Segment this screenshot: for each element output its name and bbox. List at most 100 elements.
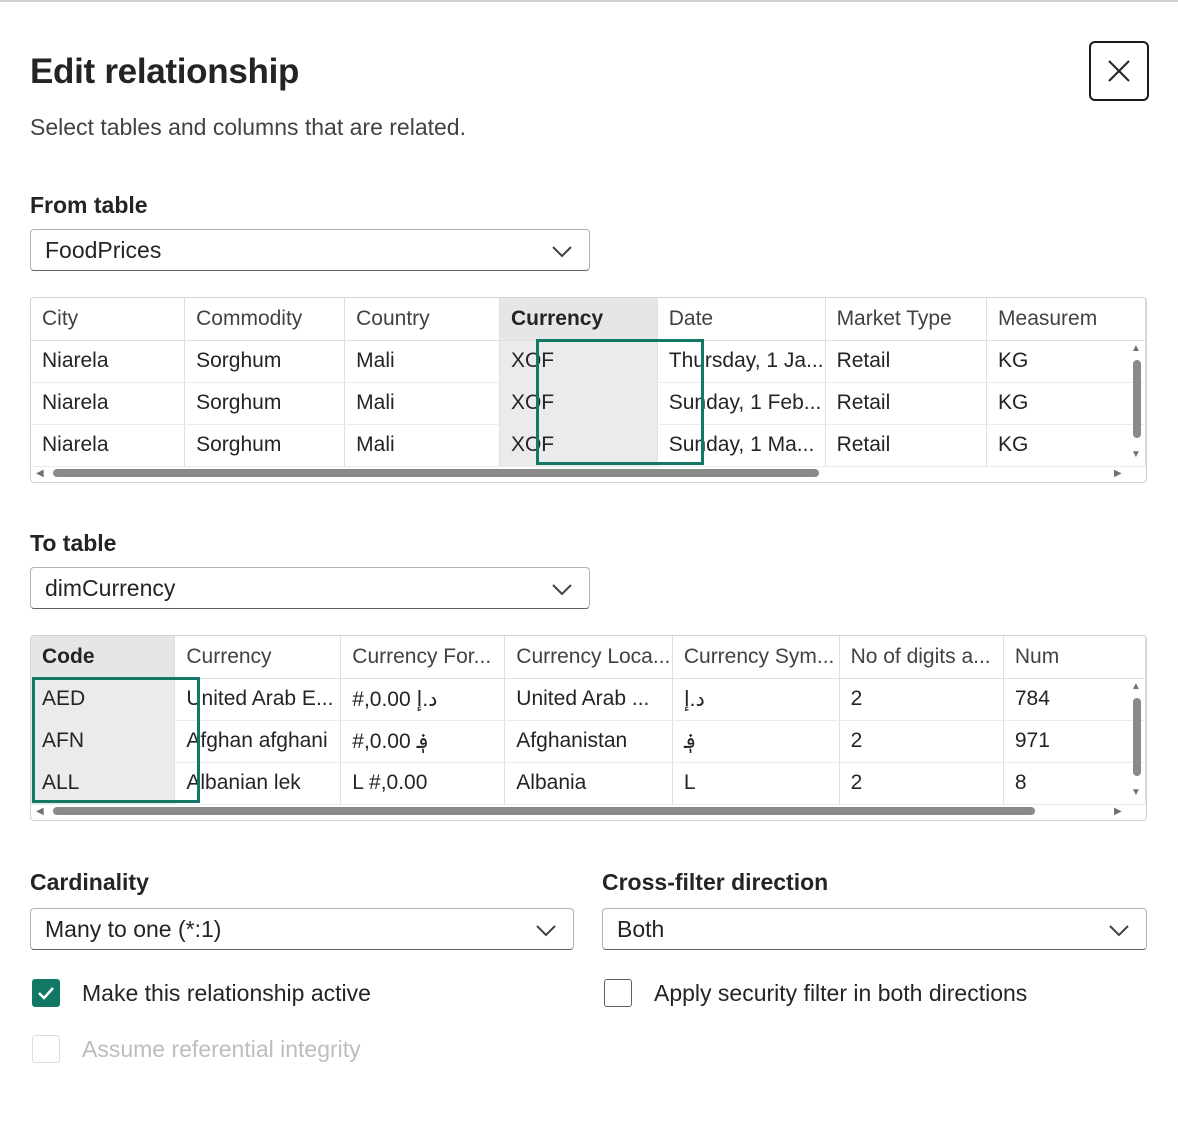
table-cell[interactable]: L #,0.00 xyxy=(340,762,506,805)
table-row: Niarela Sorghum Mali XOF Sunday, 1 Feb... Ret… xyxy=(31,382,1146,425)
to-table-selected: dimCurrency xyxy=(45,574,176,601)
table-cell[interactable]: ؋ xyxy=(672,720,840,763)
active-checkbox[interactable] xyxy=(32,979,60,1007)
table-cell[interactable]: 971 xyxy=(1003,720,1146,763)
column-header[interactable]: Num xyxy=(1003,636,1146,679)
table-cell[interactable]: Retail xyxy=(825,424,988,467)
close-button[interactable] xyxy=(1089,41,1149,101)
table-cell[interactable]: ALL xyxy=(31,762,176,805)
from-table-preview: City Commodity Country Currency Date Market T… xyxy=(31,298,1146,467)
table-cell[interactable]: KG xyxy=(986,340,1146,383)
table-cell[interactable]: Niarela xyxy=(31,382,186,425)
scroll-left-arrow-icon[interactable]: ◀ xyxy=(36,469,44,479)
cross-filter-selected: Both xyxy=(617,915,665,942)
table-cell[interactable]: Thursday, 1 Ja... xyxy=(657,340,826,383)
security-filter-checkbox-label[interactable]: Apply security filter in both directions xyxy=(654,980,1027,1007)
column-header[interactable]: Currency xyxy=(174,636,342,679)
table-cell[interactable]: #,0.00 د.إ xyxy=(340,678,506,721)
table-cell[interactable]: Sunday, 1 Ma... xyxy=(657,424,826,467)
chevron-down-icon xyxy=(552,584,572,596)
column-header[interactable]: Currency Sym... xyxy=(672,636,840,679)
scroll-thumb[interactable] xyxy=(53,807,1035,815)
table-cell[interactable]: 2 xyxy=(839,678,1004,721)
scroll-left-arrow-icon[interactable]: ◀ xyxy=(36,807,44,817)
table-cell[interactable]: Albania xyxy=(504,762,673,805)
scroll-up-arrow-icon[interactable]: ▲ xyxy=(1131,682,1141,692)
table-cell[interactable]: Sorghum xyxy=(184,340,346,383)
security-filter-checkbox[interactable] xyxy=(604,979,632,1007)
table-cell[interactable]: Sorghum xyxy=(184,424,346,467)
cross-filter-dropdown[interactable]: Both xyxy=(602,908,1147,950)
column-header[interactable]: City xyxy=(31,298,186,341)
table-cell[interactable]: Sunday, 1 Feb... xyxy=(657,382,826,425)
checkmark-icon xyxy=(38,987,54,1000)
table-cell[interactable]: XOF xyxy=(499,382,658,425)
dialog-subtitle: Select tables and columns that are relat… xyxy=(30,114,466,140)
chevron-down-icon xyxy=(552,246,572,258)
table-cell[interactable]: AED xyxy=(31,678,176,721)
column-header[interactable]: Date xyxy=(657,298,826,341)
scroll-up-arrow-icon[interactable]: ▲ xyxy=(1131,344,1141,354)
to-table-preview-grid: Code Currency Currency For... Currency Loca… xyxy=(30,635,1147,821)
table-cell[interactable]: 2 xyxy=(839,720,1004,763)
table-cell[interactable]: 784 xyxy=(1003,678,1146,721)
table-cell[interactable]: 2 xyxy=(839,762,1004,805)
table-row: ALL Albanian lek L #,0.00 Albania L 2 8 xyxy=(31,762,1146,805)
table-cell[interactable]: Niarela xyxy=(31,424,186,467)
table-cell[interactable]: Afghanistan xyxy=(504,720,673,763)
table-row: Niarela Sorghum Mali XOF Sunday, 1 Ma... Reta… xyxy=(31,424,1146,467)
table-cell[interactable]: KG xyxy=(986,424,1146,467)
column-header[interactable]: Commodity xyxy=(184,298,346,341)
table-cell[interactable]: United Arab E... xyxy=(174,678,342,721)
from-vertical-scrollbar[interactable] xyxy=(1130,356,1144,448)
to-vertical-scrollbar[interactable] xyxy=(1130,694,1144,786)
table-cell[interactable]: Albanian lek xyxy=(174,762,342,805)
table-cell[interactable]: Mali xyxy=(344,424,500,467)
to-table-dropdown[interactable]: dimCurrency xyxy=(30,567,590,609)
scroll-down-arrow-icon[interactable]: ▼ xyxy=(1131,788,1141,798)
table-cell[interactable]: KG xyxy=(986,382,1146,425)
column-header[interactable]: Market Type xyxy=(825,298,988,341)
column-header[interactable]: Currency For... xyxy=(340,636,506,679)
from-horizontal-scrollbar[interactable] xyxy=(51,465,1111,481)
table-cell[interactable]: Niarela xyxy=(31,340,186,383)
scroll-thumb[interactable] xyxy=(1133,698,1141,776)
table-cell[interactable]: Retail xyxy=(825,382,988,425)
column-header[interactable]: Code xyxy=(31,636,176,679)
from-table-preview-grid: City Commodity Country Currency Date Market T… xyxy=(30,297,1147,483)
table-cell[interactable]: Sorghum xyxy=(184,382,346,425)
to-horizontal-scrollbar[interactable] xyxy=(51,803,1111,819)
cardinality-selected: Many to one (*:1) xyxy=(45,915,222,942)
table-cell[interactable]: XOF xyxy=(499,340,658,383)
column-header[interactable]: Country xyxy=(344,298,500,341)
table-cell[interactable]: L xyxy=(672,762,840,805)
cardinality-dropdown[interactable]: Many to one (*:1) xyxy=(30,908,574,950)
top-border xyxy=(0,0,1178,2)
scroll-thumb[interactable] xyxy=(53,469,819,477)
scroll-right-arrow-icon[interactable]: ▶ xyxy=(1114,807,1122,817)
column-header[interactable]: No of digits a... xyxy=(839,636,1004,679)
referential-integrity-checkbox xyxy=(32,1035,60,1063)
table-cell[interactable]: د.إ xyxy=(672,678,840,721)
table-cell[interactable]: Retail xyxy=(825,340,988,383)
column-header[interactable]: Currency Loca... xyxy=(504,636,673,679)
table-cell[interactable]: 8 xyxy=(1003,762,1146,805)
table-cell[interactable]: Mali xyxy=(344,340,500,383)
from-table-dropdown[interactable]: FoodPrices xyxy=(30,229,590,271)
table-cell[interactable]: Afghan afghani xyxy=(174,720,342,763)
active-checkbox-label[interactable]: Make this relationship active xyxy=(82,980,371,1007)
scroll-down-arrow-icon[interactable]: ▼ xyxy=(1131,450,1141,460)
table-cell[interactable]: XOF xyxy=(499,424,658,467)
table-cell[interactable]: Mali xyxy=(344,382,500,425)
table-cell[interactable]: AFN xyxy=(31,720,176,763)
cross-filter-label: Cross-filter direction xyxy=(602,869,829,895)
table-cell[interactable]: #,0.00 ؋ xyxy=(340,720,506,763)
to-table-label: To table xyxy=(30,530,117,556)
scroll-right-arrow-icon[interactable]: ▶ xyxy=(1114,469,1122,479)
scroll-thumb[interactable] xyxy=(1133,360,1141,438)
table-cell[interactable]: United Arab ... xyxy=(504,678,673,721)
close-icon xyxy=(1108,60,1130,82)
table-row: Niarela Sorghum Mali XOF Thursday, 1 Ja... Re… xyxy=(31,340,1146,383)
column-header[interactable]: Measurem xyxy=(986,298,1146,341)
column-header[interactable]: Currency xyxy=(499,298,658,341)
